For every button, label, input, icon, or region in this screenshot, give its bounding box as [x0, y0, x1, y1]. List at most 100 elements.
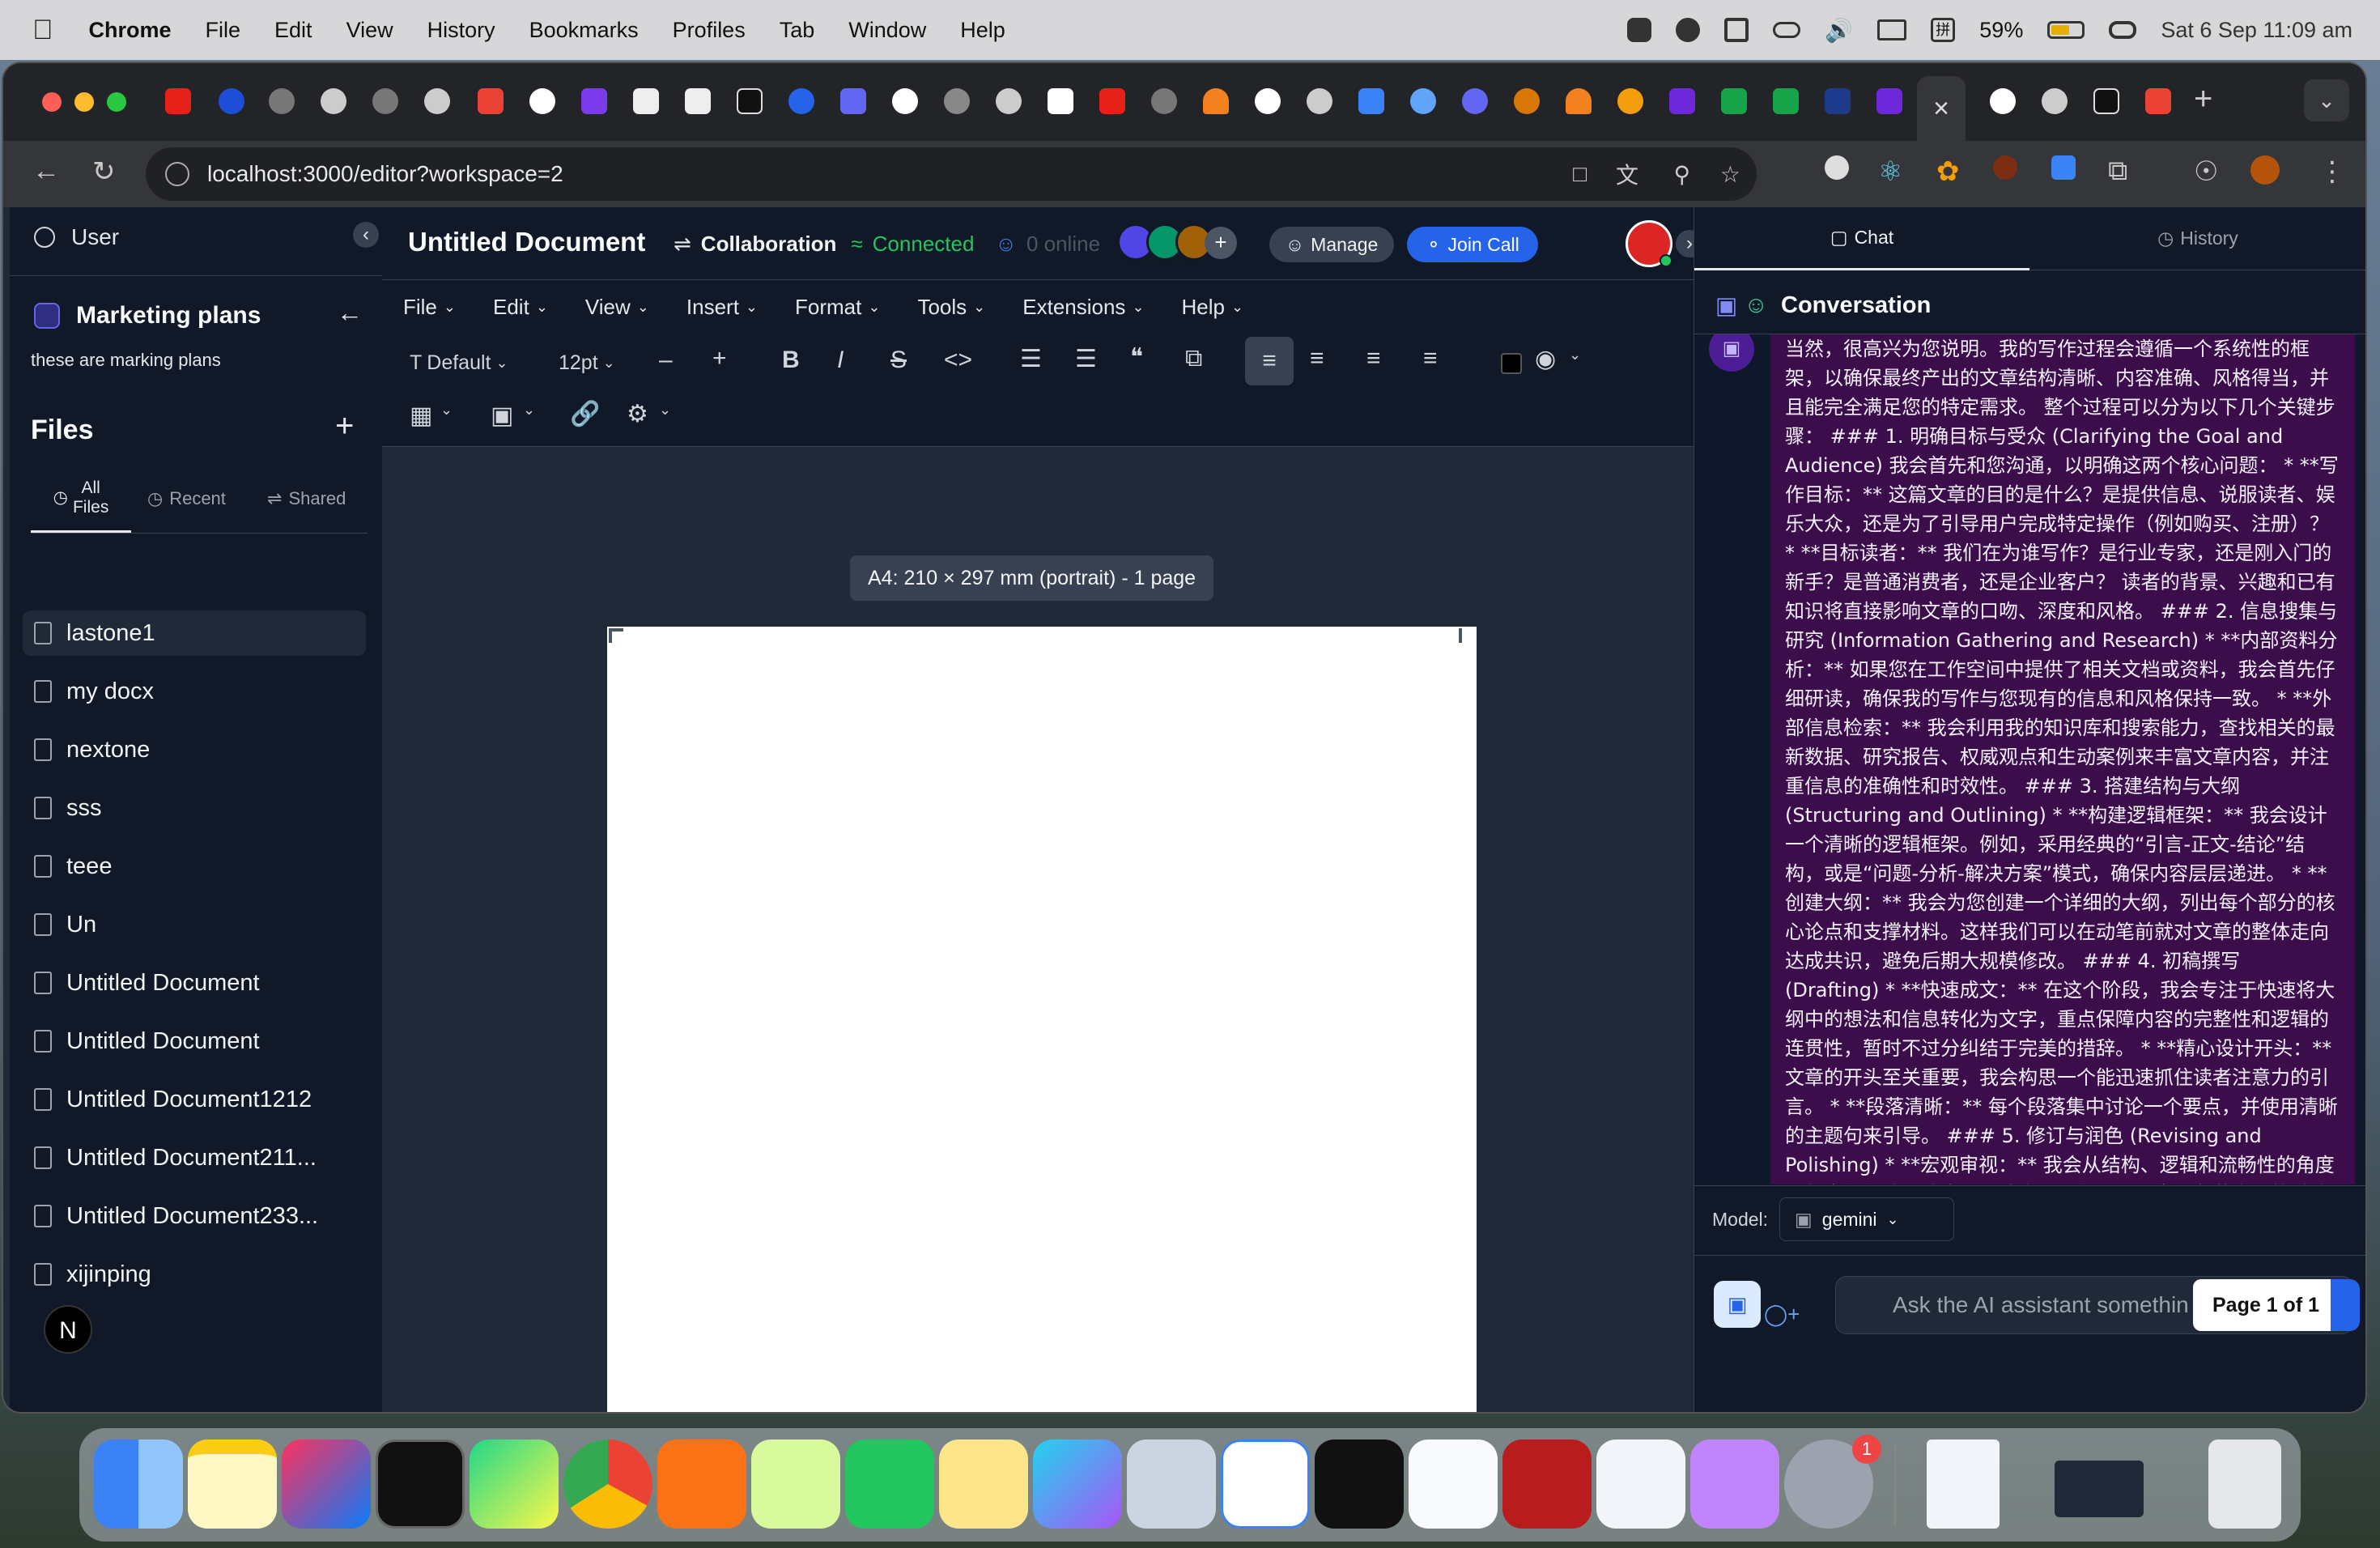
trash-dock-icon[interactable] [2208, 1440, 2281, 1529]
highlight-palette-icon[interactable]: ◉ [1535, 345, 1556, 373]
zoom-window-button[interactable] [107, 92, 126, 112]
document-title[interactable]: Untitled Document [408, 227, 645, 257]
claude-tab-icon[interactable] [1514, 88, 1540, 114]
gmail-tab-icon-2[interactable] [2145, 88, 2171, 114]
image-chevron-icon[interactable]: ⌄ [523, 402, 535, 419]
pen-app-dock-icon[interactable] [657, 1440, 746, 1529]
code-icon[interactable]: <> [944, 347, 972, 374]
new-tab-icon[interactable]: + [2194, 81, 2212, 117]
volume-icon[interactable]: 🔊 [1825, 17, 1853, 44]
join-call-button[interactable]: ⚬ Join Call [1407, 227, 1538, 262]
code-block-icon[interactable]: ⧉ [1185, 345, 1202, 372]
address-bar[interactable]: localhost:3000/editor?workspace=2 □ 文 ⚲ … [146, 147, 1757, 201]
link-status-icon[interactable] [1773, 22, 1801, 38]
file-item[interactable]: Untitled Document233... [23, 1193, 366, 1239]
image-icon[interactable]: ▣ [491, 402, 513, 430]
editor-menu-extensions[interactable]: Extensions ⌄ [1022, 295, 1144, 320]
zoom-icon[interactable]: ⚲ [1673, 161, 1690, 188]
cube-app-dock-icon[interactable] [1315, 1440, 1404, 1529]
input-method-icon[interactable]: 拼 [1931, 18, 1956, 42]
extensions-puzzle-icon[interactable]: ⧉ [2108, 155, 2127, 187]
openai-tab-icon-3[interactable] [944, 88, 970, 114]
settings-chevron-icon[interactable]: ⌄ [659, 402, 671, 419]
intellij-dock-icon[interactable] [282, 1440, 371, 1529]
ordered-list-icon[interactable]: ☰ [1075, 345, 1097, 373]
control-center-icon[interactable] [2109, 21, 2137, 39]
extension-icon-4[interactable] [1993, 155, 2017, 180]
doc-tab-icon[interactable] [633, 88, 659, 114]
add-file-icon[interactable]: + [335, 408, 354, 444]
tab-search-icon[interactable]: ⌄ [2304, 79, 2349, 121]
openai-tab-icon-6[interactable] [2042, 88, 2068, 114]
gmail-tab-icon[interactable] [478, 88, 504, 114]
tab-history[interactable]: ◷ History [2029, 207, 2365, 270]
minimize-window-button[interactable] [74, 92, 94, 112]
cloudflare-tab-icon-3[interactable] [1617, 88, 1643, 114]
menubar-item-help[interactable]: Help [960, 18, 1005, 43]
youtube-tab-icon-2[interactable] [1099, 88, 1125, 114]
extension-icon-3[interactable]: ✿ [1936, 155, 1960, 188]
lightning-app-dock-icon[interactable] [1221, 1440, 1310, 1529]
file-item[interactable]: sss [23, 785, 366, 831]
close-window-button[interactable] [42, 92, 62, 112]
translate-icon[interactable]: 文 [1616, 158, 1638, 190]
bold-icon[interactable]: B [782, 347, 800, 374]
italic-icon[interactable]: I [837, 347, 844, 374]
tab-all-files[interactable]: ◷ All Files [31, 465, 131, 533]
active-tab-close-icon[interactable]: × [1917, 76, 1966, 141]
table-chevron-icon[interactable]: ⌄ [440, 402, 453, 419]
cloudflare-tab-icon[interactable] [1203, 88, 1229, 114]
txt-file-dock-icon[interactable] [1927, 1440, 2000, 1529]
s-tab-icon-4[interactable] [1825, 88, 1851, 114]
performance-icon[interactable]: ☉ [2194, 155, 2218, 188]
collapse-sidebar-icon[interactable]: ‹ [353, 222, 379, 248]
align-justify-icon[interactable]: ≡ [1423, 345, 1438, 372]
globe-tab-icon-3[interactable] [1151, 88, 1177, 114]
bullet-list-icon[interactable]: ☰ [1020, 345, 1042, 373]
wechat-status-icon[interactable] [1676, 18, 1701, 42]
globe-tab-icon-2[interactable] [372, 88, 398, 114]
manage-button[interactable]: ☺ Manage [1269, 227, 1394, 262]
extension-icon-5[interactable] [2051, 155, 2076, 180]
s-tab-icon-2[interactable] [1721, 88, 1747, 114]
apple-icon[interactable]:  [32, 15, 53, 46]
editor-menu-format[interactable]: Format ⌄ [795, 295, 880, 320]
menubar-clock[interactable]: Sat 6 Sep 11:09 am [2161, 18, 2352, 43]
openai-tab-icon[interactable] [321, 88, 346, 114]
url-text[interactable]: localhost:3000/editor?workspace=2 [207, 161, 563, 187]
wechat-dock-icon[interactable] [845, 1440, 934, 1529]
editor-menu-help[interactable]: Help ⌄ [1182, 295, 1244, 320]
app-tab-icon-2[interactable] [840, 88, 866, 114]
pycharm-dock-icon[interactable] [470, 1440, 559, 1529]
cat-status-icon[interactable] [1627, 18, 1652, 42]
editor-menu-tools[interactable]: Tools ⌄ [917, 295, 985, 320]
doc-tab-icon-2[interactable] [685, 88, 711, 114]
new-chat-icon[interactable]: ◯+ [1764, 1302, 1800, 1327]
youtube-tab-icon[interactable] [165, 88, 191, 114]
edge-tab-icon[interactable] [788, 88, 814, 114]
chrome-dock-icon[interactable] [563, 1440, 652, 1529]
back-icon[interactable]: ← [32, 155, 60, 187]
reload-icon[interactable]: ↻ [92, 155, 116, 188]
display-icon[interactable] [1877, 19, 1907, 40]
app-tab-icon-3[interactable] [2093, 88, 2119, 114]
chrome-menu-icon[interactable]: ⋮ [2318, 155, 2346, 188]
menubar-item-tab[interactable]: Tab [780, 18, 815, 43]
s-tab-icon[interactable] [1669, 88, 1695, 114]
editor-menu-file[interactable]: File ⌄ [403, 295, 456, 320]
blockquote-icon[interactable]: ❝ [1130, 343, 1143, 372]
file-item[interactable]: lastone1 [23, 610, 366, 656]
menubar-item-edit[interactable]: Edit [274, 18, 312, 43]
next-dev-avatar[interactable]: N [44, 1305, 92, 1354]
kr-tab-icon[interactable] [219, 88, 244, 114]
layout-status-icon[interactable] [1724, 18, 1749, 42]
file-item[interactable]: my docx [23, 669, 366, 714]
menubar-item-view[interactable]: View [346, 18, 393, 43]
file-item[interactable]: nextone [23, 727, 366, 772]
profile-avatar[interactable] [2250, 155, 2280, 185]
battery-icon[interactable] [2047, 21, 2085, 39]
bot-tab-icon-2[interactable] [1462, 88, 1488, 114]
bilibili-tab-icon[interactable] [1358, 88, 1384, 114]
s-tab-icon-5[interactable] [1876, 88, 1902, 114]
google-tab-icon-2[interactable] [892, 88, 918, 114]
